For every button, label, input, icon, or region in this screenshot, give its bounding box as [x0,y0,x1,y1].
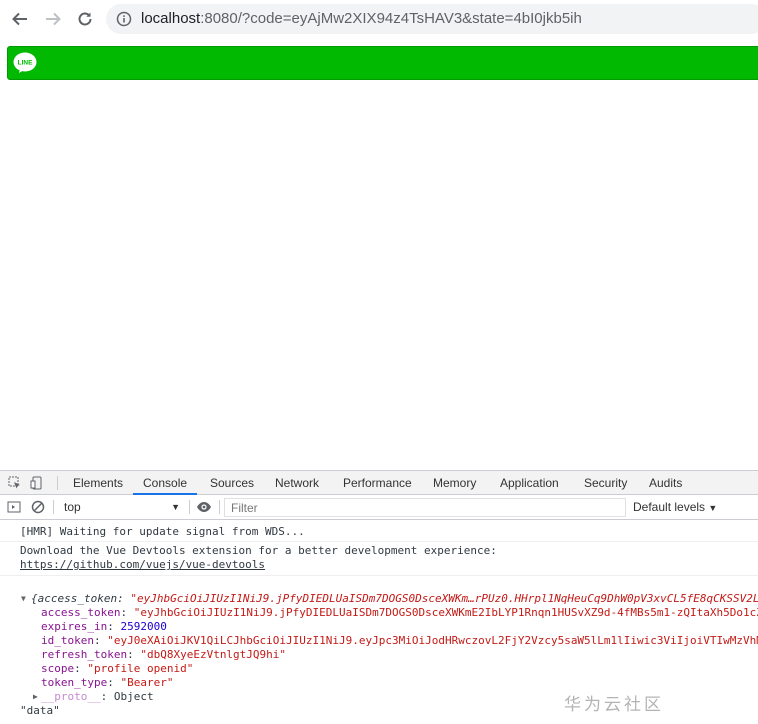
collapse-triangle-icon[interactable]: ▼ [21,594,26,603]
tab-audits[interactable]: Audits [647,471,684,495]
devtools-tabbar: Elements Console Sources Network Perform… [0,471,758,495]
proto-property[interactable]: __proto__: Object [41,690,154,703]
tabbar-divider [57,476,58,490]
logo-text: LINE [18,60,33,67]
reload-button[interactable] [73,7,97,31]
watermark: 华为云社区 [564,695,664,715]
context-select[interactable]: top ▼ [58,498,184,517]
url-text: localhost:8080/?code=eyAjMw2XIX94z4TsHAV… [141,10,582,27]
clear-console-icon[interactable] [31,500,45,514]
tab-application[interactable]: Application [498,471,561,495]
tab-performance[interactable]: Performance [341,471,414,495]
arrow-left-icon [12,12,27,26]
object-property: access_token: "eyJhbGciOiJIUzI1NiJ9.jPfy… [41,606,758,619]
object-property: refresh_token: "dbQ8XyeEzVtnlgtJQ9hi" [41,648,287,661]
eye-icon[interactable] [196,500,212,514]
tab-memory[interactable]: Memory [431,471,478,495]
devtools-panel: Elements Console Sources Network Perform… [0,470,758,724]
app-header: LINE [7,46,758,80]
console-message: "data" [20,704,60,717]
info-icon[interactable] [116,11,132,27]
inspect-element-icon[interactable] [8,476,22,490]
console-toolbar: top ▼ Default levels ▼ [0,495,758,520]
context-value: top [64,500,81,514]
console-message: [HMR] Waiting for update signal from WDS… [20,525,305,538]
back-button[interactable] [8,7,32,31]
forward-button[interactable] [41,7,65,31]
message-divider [0,575,758,576]
tab-sources[interactable]: Sources [208,471,256,495]
filter-input[interactable] [224,498,626,517]
toolbar-divider [189,500,190,514]
line-logo-icon: LINE [13,52,37,73]
arrow-right-icon [46,12,61,26]
object-property: scope: "profile openid" [41,662,194,675]
vue-devtools-link[interactable]: https://github.com/vuejs/vue-devtools [20,558,265,571]
tab-network[interactable]: Network [273,471,321,495]
object-property: token_type: "Bearer" [41,676,174,689]
address-bar[interactable]: localhost:8080/?code=eyAjMw2XIX94z4TsHAV… [106,4,758,34]
browser-toolbar: localhost:8080/?code=eyAjMw2XIX94z4TsHAV… [0,0,758,38]
expand-triangle-icon[interactable]: ▶ [33,692,38,701]
dropdown-arrow-icon: ▼ [171,502,180,512]
console-message: Download the Vue Devtools extension for … [20,544,497,557]
log-levels-select[interactable]: Default levels ▼ [633,498,717,517]
message-divider [0,541,758,542]
tab-elements[interactable]: Elements [71,471,125,495]
toolbar-divider [53,500,54,514]
object-property: id_token: "eyJ0eXAiOiJKV1QiLCJhbGciOiJIU… [41,634,758,647]
levels-arrow-icon: ▼ [708,503,718,513]
reload-icon [78,12,92,26]
device-toolbar-icon[interactable] [30,476,44,490]
object-property: expires_in: 2592000 [41,620,167,633]
toolbar-divider [219,500,220,514]
object-summary[interactable]: {access_token: "eyJhbGciOiJIUzI1NiJ9.jPf… [31,592,758,605]
tab-security[interactable]: Security [582,471,629,495]
show-sidebar-icon[interactable] [7,500,21,514]
levels-label: Default levels [633,500,706,514]
tab-console[interactable]: Console [133,471,198,495]
